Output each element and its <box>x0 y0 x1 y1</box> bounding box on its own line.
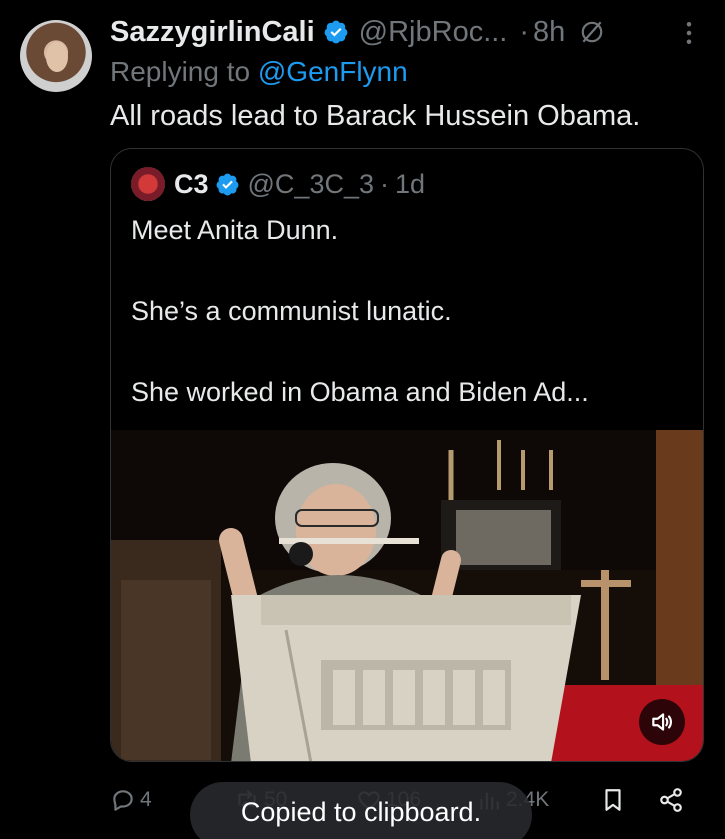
separator-dot: · <box>519 15 530 48</box>
quote-text-line: She worked in Obama and Biden Ad... <box>131 377 589 407</box>
video-frame <box>111 430 703 761</box>
author-handle[interactable]: @RjbRoc... <box>359 16 508 49</box>
quote-avatar <box>131 167 165 201</box>
bookmark-icon <box>605 789 621 811</box>
quote-time: 1d <box>395 168 426 199</box>
verified-badge-icon <box>216 173 238 195</box>
author-name[interactable]: SazzygirlinCali <box>110 16 315 49</box>
replying-to: Replying to @GenFlynn <box>110 56 408 88</box>
quote-header: C3 @C_3C_3 · 1d <box>131 167 425 201</box>
quote-text-line: She’s a communist lunatic. <box>131 296 452 326</box>
post-header: SazzygirlinCali @RjbRoc... · 8h <box>110 14 605 50</box>
author-avatar[interactable] <box>20 20 92 92</box>
video-thumbnail[interactable] <box>111 430 703 761</box>
share-icon <box>660 788 682 812</box>
sound-icon <box>652 713 672 731</box>
quote-author-name: C3 <box>174 168 209 199</box>
quoted-post[interactable]: C3 @C_3C_3 · 1d Meet Anita Dunn. She’s a… <box>110 148 704 762</box>
share-button[interactable] <box>658 780 684 820</box>
more-icon[interactable] <box>674 18 704 48</box>
verified-badge-icon <box>324 20 348 44</box>
replying-mention-link[interactable]: @GenFlynn <box>258 56 408 87</box>
quote-author-handle: @C_3C_3 <box>247 168 374 199</box>
post-text: All roads lead to Barack Hussein Obama. <box>110 100 641 132</box>
grok-icon[interactable] <box>579 19 605 45</box>
reply-count: 4 <box>140 788 152 811</box>
reply-icon <box>113 790 133 811</box>
toast-text: Copied to clipboard. <box>240 797 482 827</box>
quote-text-line: Meet Anita Dunn. <box>131 215 339 245</box>
bookmark-button[interactable] <box>600 780 626 820</box>
post-time[interactable]: 8h <box>533 16 565 49</box>
reply-button[interactable]: 4 <box>110 780 152 820</box>
separator-dot: · <box>380 168 389 199</box>
replying-prefix: Replying to <box>110 56 258 87</box>
sound-toggle-button[interactable] <box>639 699 685 745</box>
toast-notification: Copied to clipboard. <box>190 782 532 839</box>
